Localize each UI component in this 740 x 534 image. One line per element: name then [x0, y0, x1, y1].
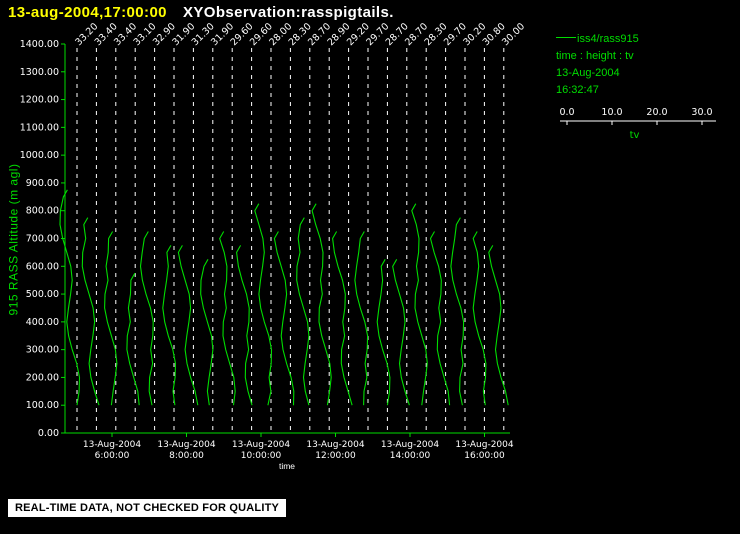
legend-series-row: iss4/rass915 [556, 31, 731, 48]
x-tick-time-label: 16:00:00 [464, 451, 505, 461]
rass-profile-curve [354, 231, 369, 406]
x-tick-time-label: 6:00:00 [95, 451, 130, 461]
rass-profile-curve [429, 231, 451, 406]
x-tick-date-label: 13-Aug-2004 [232, 440, 291, 450]
quality-banner: REAL-TIME DATA, NOT CHECKED FOR QUALITY [8, 499, 287, 517]
x-tick-date-label: 13-Aug-2004 [157, 440, 216, 450]
y-tick-label: 0.00 [38, 428, 59, 439]
y-tick-label: 900.00 [26, 178, 59, 189]
x-axis-title: time [278, 461, 296, 471]
legend-series-name: iss4/rass915 [577, 33, 639, 45]
y-tick-label: 1400.00 [20, 39, 59, 50]
y-tick-label: 200.00 [26, 372, 59, 383]
y-tick-label: 1100.00 [20, 122, 59, 133]
rass-profile-curve [177, 245, 199, 406]
tv-scale-tick-label: 30.0 [691, 107, 712, 118]
rass-profile-curve [200, 259, 214, 406]
rass-profile-curve [236, 245, 253, 406]
x-tick-time-label: 14:00:00 [390, 451, 431, 461]
y-tick-label: 1200.00 [20, 95, 59, 106]
rass-profile-curve [254, 203, 273, 406]
legend-mapping: time : height : tv [556, 50, 634, 62]
y-tick-label: 300.00 [26, 345, 59, 356]
tv-scale-label: tv [630, 130, 640, 141]
rass-profile-curve [104, 231, 118, 406]
rass-profile-curve [411, 203, 428, 406]
x-tick-date-label: 13-Aug-2004 [83, 440, 142, 450]
x-tick-date-label: 13-Aug-2004 [306, 440, 365, 450]
y-tick-label: 500.00 [26, 289, 59, 300]
legend-line-sample [556, 37, 576, 38]
rass-profile-curve [139, 231, 154, 406]
rass-plot-screen: 13-aug-2004,17:00:00 XYObservation:rasspi… [0, 0, 740, 534]
rass-profile-curve [219, 231, 236, 406]
rass-profile-curve [332, 231, 353, 406]
y-tick-label: 400.00 [26, 317, 59, 328]
y-tick-label: 1000.00 [20, 150, 59, 161]
x-tick-date-label: 13-Aug-2004 [455, 440, 514, 450]
legend-date: 13-Aug-2004 [556, 67, 620, 79]
profile-surface-tv-label: 30.00 [500, 21, 527, 48]
tv-scale-axis: 0.0 10.0 20.0 30.0 tv [559, 107, 716, 141]
y-tick-label: 700.00 [26, 234, 59, 245]
y-tick-label: 1300.00 [20, 67, 59, 78]
rass-profile-curve [296, 217, 310, 406]
x-tick-time-label: 8:00:00 [169, 451, 204, 461]
tv-scale-tick-label: 10.0 [601, 107, 622, 118]
y-tick-label: 600.00 [26, 261, 59, 272]
legend-time: 16:32:47 [556, 84, 599, 96]
tv-scale-tick-label: 0.0 [559, 107, 574, 118]
y-tick-label: 800.00 [26, 206, 59, 217]
rass-profile-curve [311, 203, 332, 406]
x-tick-date-label: 13-Aug-2004 [381, 440, 440, 450]
y-tick-label: 100.00 [26, 400, 59, 411]
x-tick-time-label: 10:00:00 [241, 451, 282, 461]
rass-profile-curve [488, 245, 509, 406]
legend: iss4/rass915 time : height : tv 13-Aug-2… [556, 31, 731, 151]
rass-profile-curve [376, 259, 391, 406]
tv-scale-tick-label: 20.0 [646, 107, 667, 118]
rass-profile-curve [450, 217, 465, 406]
rass-profile-curve [126, 272, 140, 406]
x-tick-time-label: 12:00:00 [315, 451, 356, 461]
